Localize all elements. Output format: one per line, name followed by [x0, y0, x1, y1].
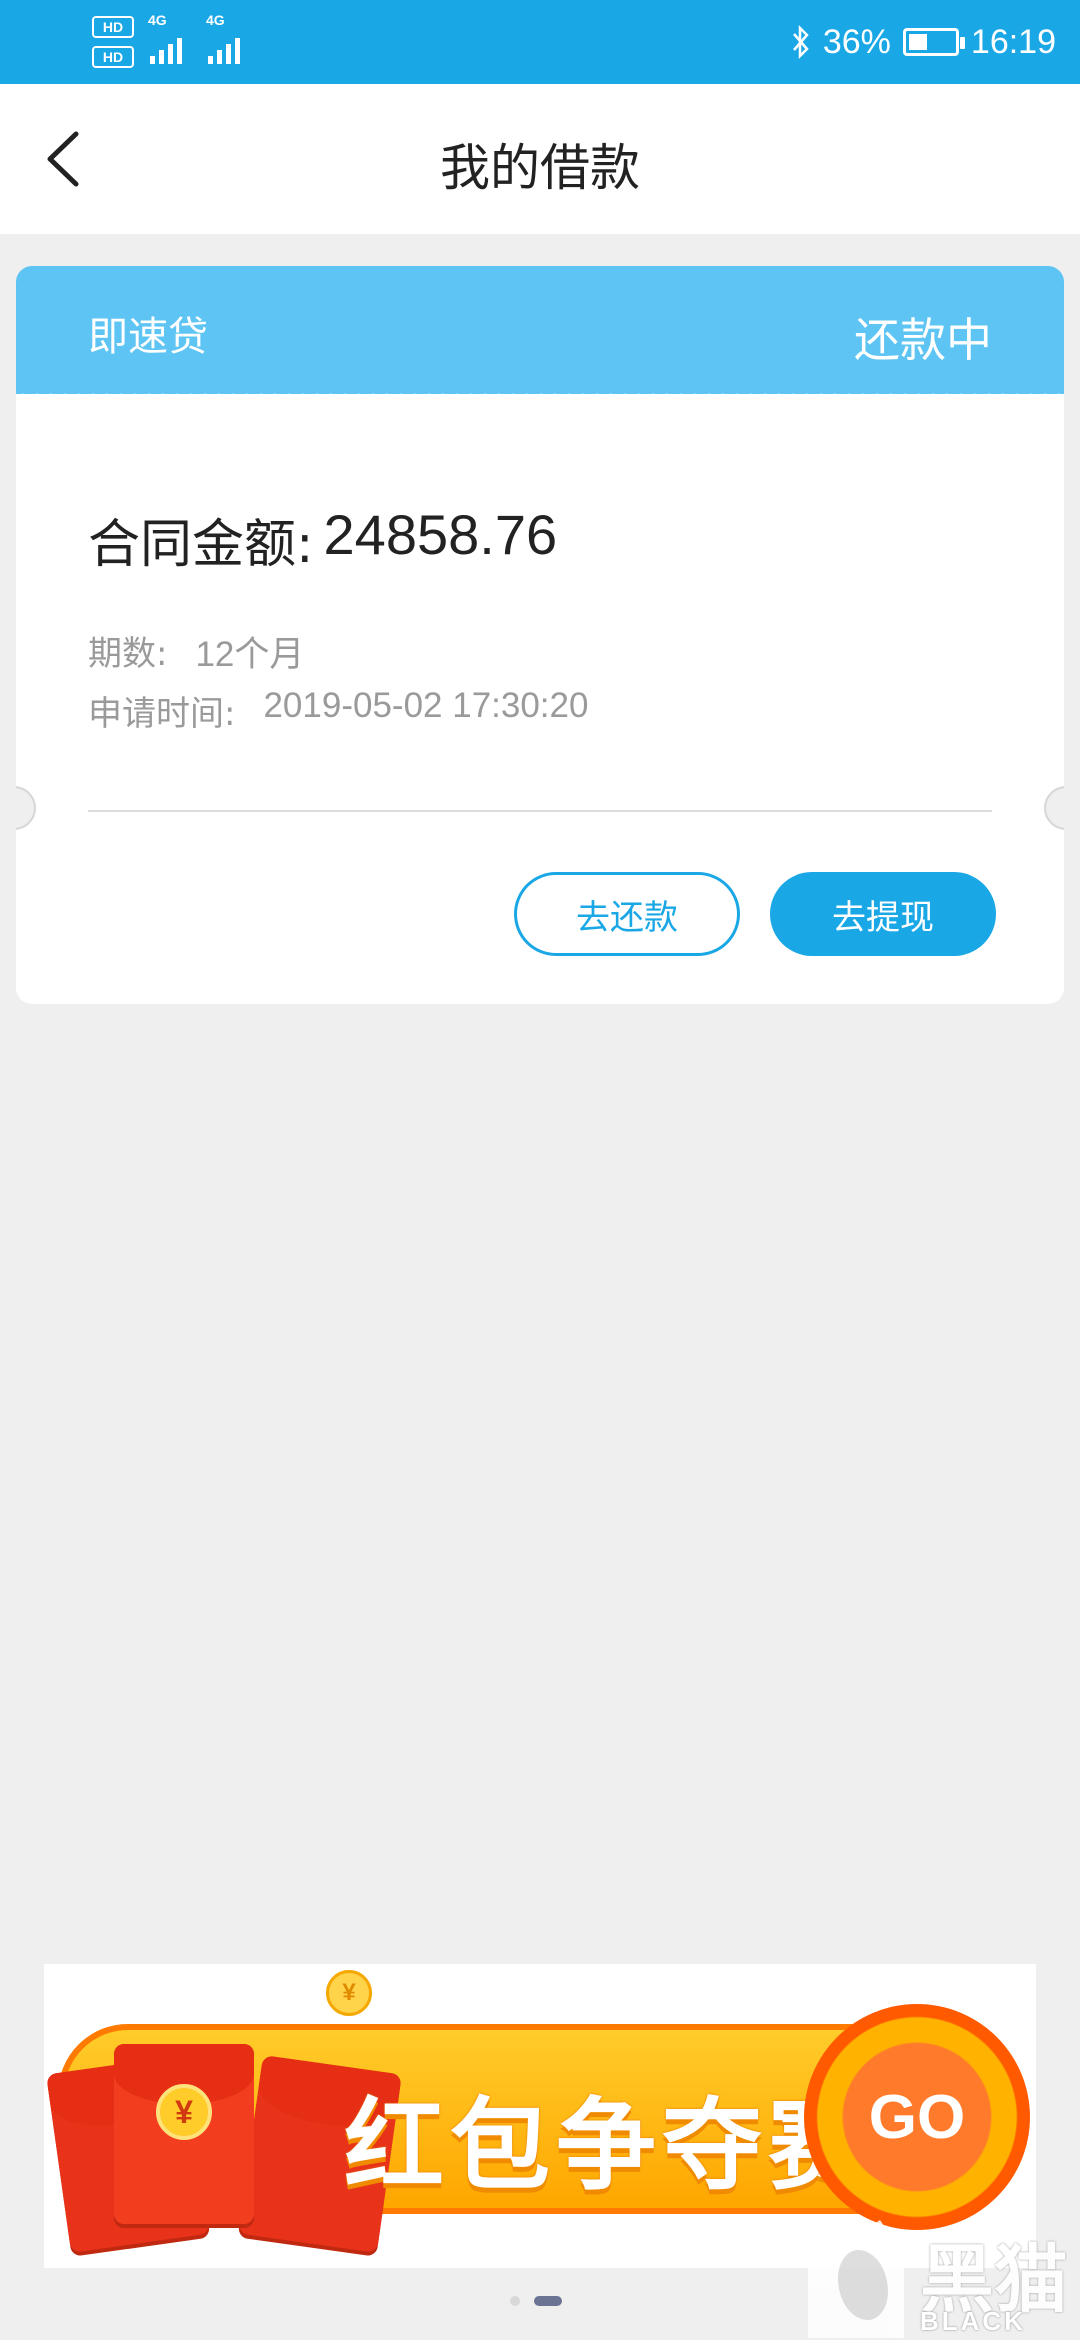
- banner-title: 红包争夺赛: [344, 2087, 874, 2204]
- pager-dot[interactable]: [510, 2296, 520, 2306]
- blackcat-watermark: 黑猫 BLACK CAT: [808, 2220, 1078, 2340]
- go-button[interactable]: GO: [804, 2004, 1030, 2230]
- hd-badges: HD HD: [92, 14, 136, 70]
- bluetooth-icon: [792, 25, 809, 59]
- loan-card[interactable]: 即速贷 还款中 合同金额: 24858.76 期数: 12个月 申请时间: 20…: [16, 266, 1064, 1004]
- signal-icon-sim2: 4G: [206, 12, 240, 64]
- repay-button[interactable]: 去还款: [514, 872, 740, 956]
- withdraw-button[interactable]: 去提现: [770, 872, 996, 956]
- card-divider: [88, 810, 992, 812]
- hd-badge-sim1: HD: [92, 16, 134, 38]
- status-bar: HD HD 4G 4G 36% 16:19: [0, 0, 1080, 84]
- term-value: 12个月: [195, 635, 305, 674]
- app-header: 我的借款: [0, 84, 1080, 234]
- network-indicators: HD HD 4G 4G: [92, 12, 272, 70]
- red-envelope-icon: ¥: [114, 2044, 254, 2224]
- card-notch-right: [1044, 786, 1064, 830]
- coin-icon: ¥: [326, 1970, 372, 2016]
- watermark-en: BLACK CAT: [920, 2306, 1026, 2340]
- hd-badge-sim2: HD: [92, 46, 134, 68]
- battery-icon: [902, 28, 965, 56]
- contract-amount-label: 合同金额:: [88, 515, 314, 575]
- product-name: 即速贷: [88, 314, 208, 360]
- pager-dot-active[interactable]: [534, 2296, 562, 2306]
- screen: HD HD 4G 4G 36% 16:19 我的借款 即速贷 还款中 合同金额:…: [0, 0, 1080, 2340]
- apply-time-value: 2019-05-02 17:30:20: [263, 686, 589, 725]
- contract-amount-row: 合同金额: 24858.76: [88, 502, 557, 577]
- term-row: 期数: 12个月: [88, 626, 304, 677]
- loan-card-header: 即速贷 还款中: [16, 266, 1064, 394]
- scalloped-edge: [16, 388, 1064, 400]
- cat-logo-icon: [808, 2220, 904, 2338]
- contract-amount-value: 24858.76: [323, 503, 558, 566]
- banner-pager: [510, 2296, 562, 2306]
- signal-icon-sim1: 4G: [148, 12, 182, 64]
- apply-time-label: 申请时间:: [88, 694, 236, 734]
- loan-status-badge: 还款中: [854, 313, 992, 367]
- battery-percent: 36%: [822, 22, 891, 61]
- card-notch-left: [16, 786, 36, 830]
- yuan-coin-icon: ¥: [156, 2084, 212, 2140]
- apply-time-row: 申请时间: 2019-05-02 17:30:20: [88, 686, 588, 735]
- clock: 16:19: [970, 22, 1056, 61]
- page-title: 我的借款: [440, 139, 640, 197]
- network-type-sim2: 4G: [206, 12, 225, 28]
- network-type-sim1: 4G: [148, 12, 167, 28]
- term-label: 期数:: [88, 634, 168, 674]
- status-right: 36% 16:19: [791, 16, 1056, 68]
